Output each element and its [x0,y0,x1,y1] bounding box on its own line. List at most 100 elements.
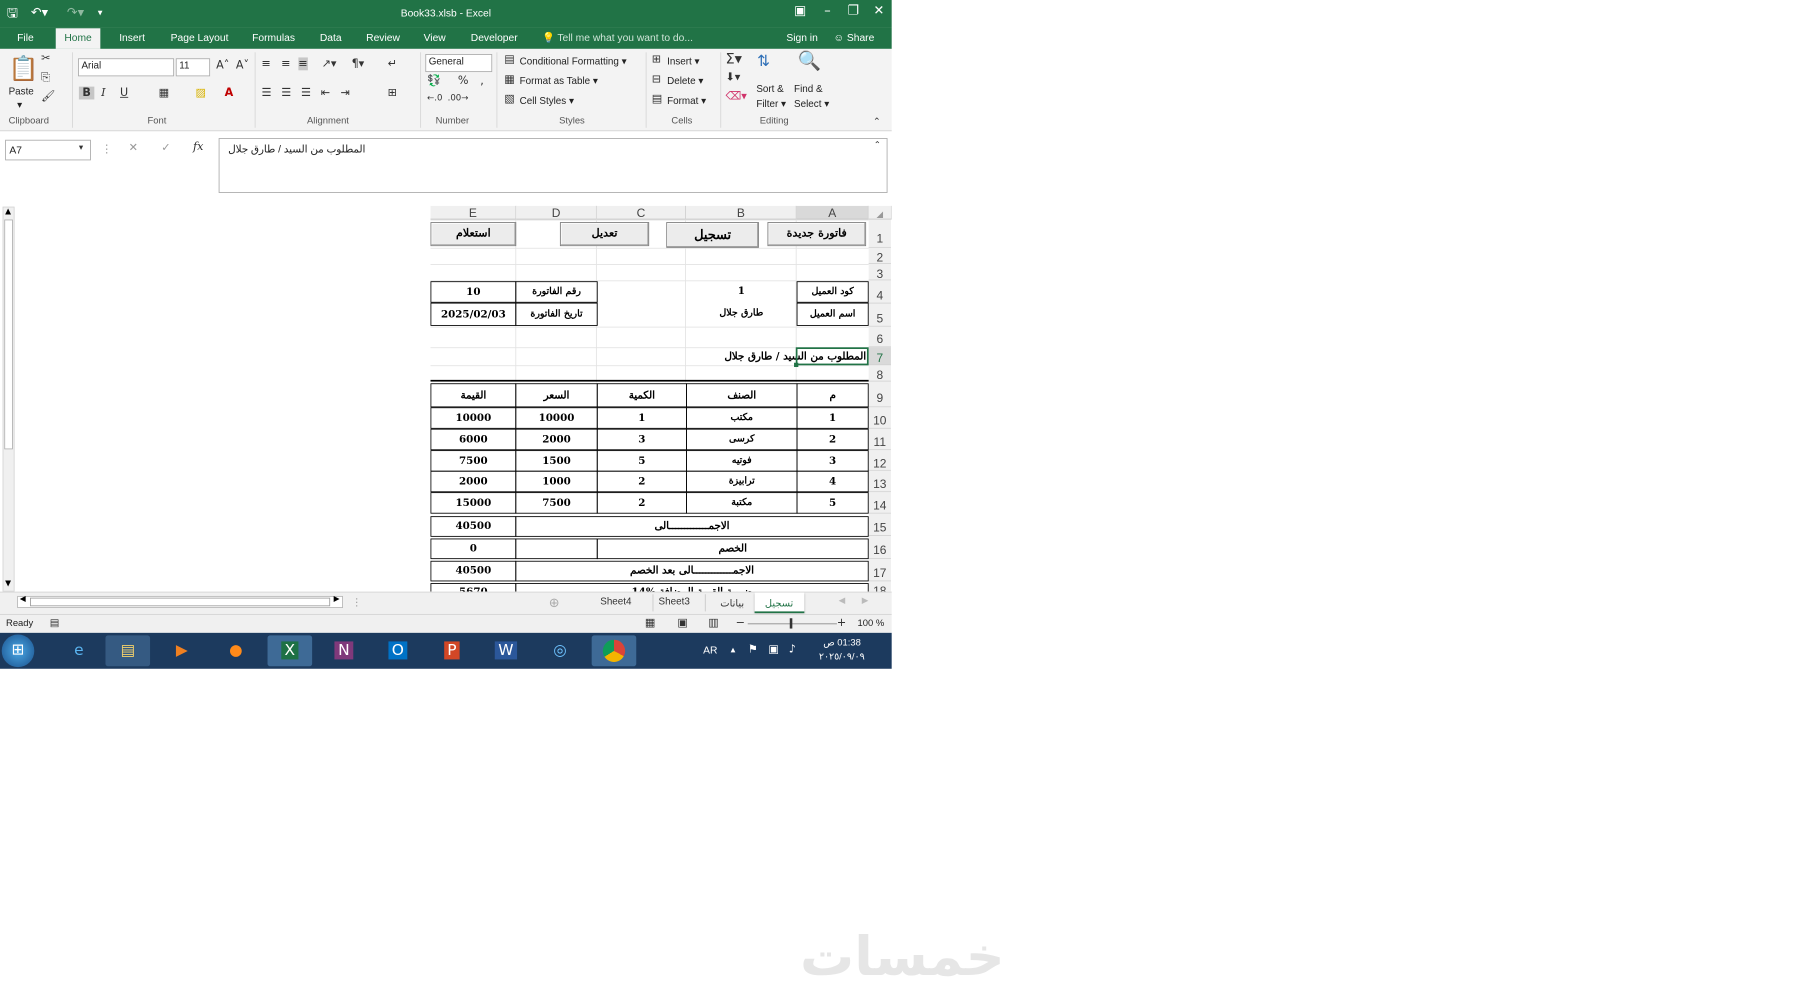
format-cells-button[interactable]: Format ▾ [667,94,706,106]
media-player-icon[interactable]: ▶ [159,635,204,666]
tab-scroll-right-icon[interactable]: ▶ [862,596,869,605]
find-select-label[interactable]: Find & [794,84,823,94]
insert-function-icon[interactable]: fx [193,141,203,154]
table-cell-no[interactable]: 1 [796,407,869,429]
sheet-tab-sheet4[interactable]: Sheet4 [600,597,631,607]
merge-center-icon[interactable]: ⊞ [388,87,397,100]
table-cell-value[interactable]: 7500 [430,450,517,472]
fill-handle[interactable] [794,362,799,368]
scroll-left-icon[interactable]: ◀ [20,595,26,604]
name-box-dropdown-icon[interactable]: ▾ [79,143,83,152]
page-layout-view-icon[interactable]: ▣ [677,617,688,630]
column-header-e[interactable]: E [430,205,517,220]
sort-filter-icon[interactable]: ⇅ [757,52,770,70]
table-cell-price[interactable]: 2000 [515,428,598,451]
excel-taskbar-icon[interactable]: X [267,635,313,667]
cut-icon[interactable]: ✂ [41,52,50,65]
internet-explorer-icon[interactable]: e [57,635,102,666]
edit-button[interactable]: تعديل [559,222,650,247]
formula-input[interactable]: المطلوب من السيد / طارق جلال [218,138,888,193]
row-header[interactable]: 8 [868,365,891,382]
table-cell-qty[interactable]: 5 [596,450,687,472]
align-middle-icon[interactable]: ≡ [281,57,290,70]
accounting-format-icon[interactable]: 💱 [427,75,441,88]
table-cell-no[interactable]: 4 [796,470,869,493]
discount-label[interactable]: الخصم [596,538,869,560]
paste-icon[interactable]: 📋 [9,54,39,82]
align-center-icon[interactable]: ☰ [281,87,291,100]
table-cell-no[interactable]: 5 [796,492,869,514]
tab-formulas[interactable]: Formulas [252,32,295,44]
file-explorer-icon[interactable]: ▤ [105,635,151,667]
minimize-icon[interactable]: – [815,3,841,18]
word-icon[interactable]: W [484,635,529,666]
clock-time[interactable]: 01:38 ص [823,637,861,648]
borders-icon[interactable]: ▦ [159,87,170,100]
register-button[interactable]: تسجيل [666,222,759,248]
chrome-icon[interactable] [591,635,637,667]
header-price[interactable]: السعر [515,383,598,408]
table-cell-value[interactable]: 2000 [430,470,517,493]
table-cell-price[interactable]: 1500 [515,450,598,472]
close-icon[interactable]: ✕ [866,3,892,18]
invoice-date-value[interactable]: 2025/02/03 [430,302,517,326]
total-label[interactable]: الاجمـــــــــــــالى [515,516,869,537]
sign-in-link[interactable]: Sign in [786,32,817,44]
align-top-icon[interactable]: ≡ [262,57,271,70]
sheet-tab-register[interactable]: تسجيل [754,592,805,614]
scroll-right-icon[interactable]: ▶ [334,595,340,604]
discount-value[interactable]: 0 [430,538,517,560]
conditional-formatting-button[interactable]: Conditional Formatting ▾ [520,55,627,67]
increase-decimal-icon[interactable]: ←.0 [427,93,442,102]
zoom-slider-handle[interactable] [789,618,793,629]
sort-filter-button[interactable]: Filter ▾ [756,98,786,109]
table-cell-qty[interactable]: 2 [596,492,687,514]
paste-label[interactable]: Paste [9,87,34,97]
paste-dropdown-icon[interactable]: ▾ [17,99,22,110]
header-no[interactable]: م [796,383,869,408]
cell-styles-button[interactable]: Cell Styles ▾ [520,94,574,106]
net-label[interactable]: الاجمـــــــــــــالى بعد الخصم [515,560,869,582]
row-header[interactable]: 10 [868,407,891,429]
wrap-text-icon[interactable]: ↵ [388,57,397,70]
number-format-box[interactable]: General [425,54,493,73]
cancel-icon[interactable]: ✕ [129,141,138,154]
vat-label[interactable]: ضريبة القيمة المضافة %14 [515,583,869,592]
zoom-level[interactable]: 100 % [858,618,885,628]
format-as-table-button[interactable]: Format as Table ▾ [520,75,598,86]
tell-me-search[interactable]: Tell me what you want to do... [557,32,693,44]
table-cell-price[interactable]: 10000 [515,407,598,429]
decrease-font-icon[interactable]: A˅ [236,59,249,72]
tab-insert[interactable]: Insert [119,32,145,44]
table-cell-no[interactable]: 2 [796,428,869,451]
tab-home[interactable]: Home [55,28,101,49]
sheet-tab-data[interactable]: بيانات [720,597,744,609]
tab-review[interactable]: Review [366,32,400,44]
zoom-in-icon[interactable]: + [837,617,846,630]
row-header[interactable]: 15 [868,513,891,536]
align-right-icon[interactable]: ☰ [301,87,311,100]
restore-icon[interactable]: ❐ [840,3,866,18]
page-break-view-icon[interactable]: ▥ [708,617,719,630]
rtl-icon[interactable]: ¶▾ [352,57,365,70]
customer-name-value[interactable]: طارق جلال [686,303,797,326]
select-all-corner[interactable]: ◢ [868,205,892,220]
orientation-icon[interactable]: ↗▾ [322,57,337,70]
column-header-a[interactable]: A [796,205,869,220]
header-value[interactable]: القيمة [430,383,517,408]
macro-record-icon[interactable]: ▤ [50,617,60,629]
table-cell-qty[interactable]: 2 [596,470,687,493]
invoice-number-value[interactable]: 10 [430,281,517,303]
share-button[interactable]: ☺ Share [833,32,874,44]
underline-icon[interactable]: U [120,87,128,100]
zoom-out-icon[interactable]: − [736,617,745,630]
align-left-icon[interactable]: ☰ [262,87,272,100]
horizontal-scrollbar[interactable]: ◀ ▶ [17,595,344,608]
row-header[interactable]: 6 [868,326,891,348]
table-cell-value[interactable]: 10000 [430,407,517,429]
column-header-b[interactable]: B [686,205,797,220]
discount-empty-cell[interactable] [515,538,598,560]
vertical-scrollbar[interactable]: ▲ ▼ [2,206,15,592]
invoice-date-label[interactable]: تاريخ الفاتورة [515,302,598,326]
find-select-button[interactable]: Select ▾ [794,98,829,109]
